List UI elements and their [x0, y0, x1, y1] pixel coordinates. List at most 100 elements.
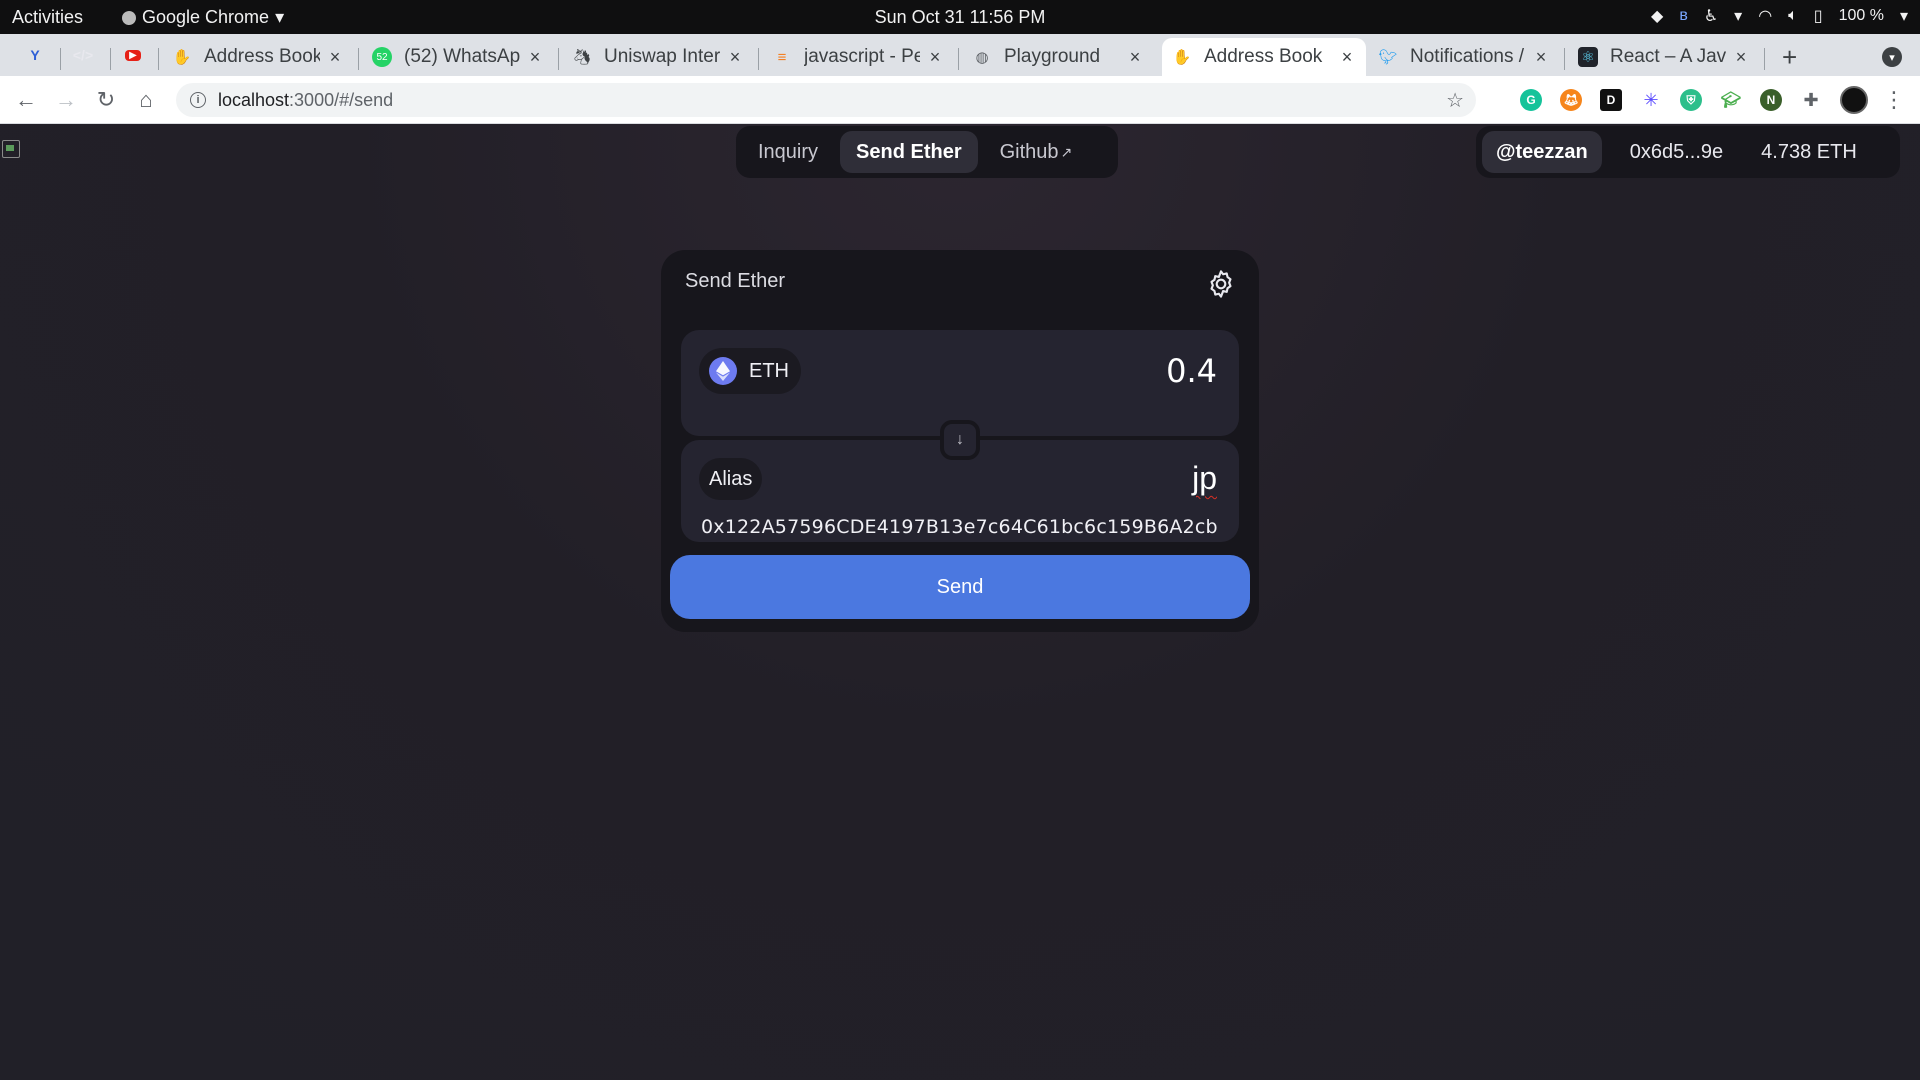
reload-button[interactable]: ↻: [92, 86, 120, 114]
tab-react[interactable]: ⚛ React – A Java ×: [1568, 38, 1760, 76]
tab-uniswap[interactable]: 🦄︎ Uniswap Interf ×: [562, 38, 754, 76]
close-icon[interactable]: ×: [1338, 47, 1356, 68]
wifi-icon: ◠: [1758, 8, 1773, 25]
close-icon[interactable]: ×: [526, 47, 544, 68]
chrome-menu-button[interactable]: ⋮: [1880, 86, 1908, 114]
url-host: localhost: [218, 89, 290, 110]
extensions-puzzle-icon[interactable]: ✚: [1800, 89, 1822, 111]
settings-gear-icon[interactable]: [1205, 268, 1237, 300]
stackoverflow-icon: ≡: [777, 48, 787, 66]
pinned-tab-youtube[interactable]: ▶: [118, 41, 148, 69]
tab-address-book-active[interactable]: ✋ Address Book ×: [1162, 38, 1366, 76]
accessibility-icon: ♿︎: [1703, 8, 1719, 25]
profile-avatar[interactable]: [1840, 86, 1868, 114]
globe-icon: ◍: [975, 49, 989, 66]
close-icon[interactable]: ×: [1532, 47, 1550, 68]
arrow-right-icon: →: [55, 87, 77, 112]
close-icon[interactable]: ×: [1732, 47, 1750, 68]
app-menu[interactable]: Google Chrome ▾: [122, 7, 284, 28]
send-ether-card: Send Ether ETH 0.4 ↓ Alias jp 0x122A5759…: [661, 250, 1259, 632]
card-title: Send Ether: [685, 270, 786, 292]
new-tab-button[interactable]: +: [1782, 42, 1797, 73]
send-button[interactable]: Send: [670, 555, 1250, 619]
tab-title: Playground: [1004, 46, 1101, 67]
extension-d-icon[interactable]: D: [1600, 89, 1622, 111]
address-bar[interactable]: i localhost:3000/#/send ☆: [176, 83, 1476, 117]
youtube-icon: ▶: [125, 49, 141, 61]
info-icon[interactable]: i: [190, 92, 206, 108]
username-badge[interactable]: @teezzan: [1482, 131, 1602, 173]
home-icon: ⌂: [139, 87, 153, 112]
grammarly-icon[interactable]: G: [1520, 89, 1542, 111]
tab-playground[interactable]: ◍ Playground ×: [962, 38, 1154, 76]
forward-button[interactable]: →: [52, 86, 80, 114]
graduation-cap-icon[interactable]: 🎓︎: [1720, 89, 1742, 111]
close-icon[interactable]: ×: [926, 47, 944, 68]
tab-title: (52) WhatsApp: [404, 46, 520, 67]
caret-down-icon: ▾: [1899, 8, 1908, 25]
close-icon[interactable]: ×: [726, 47, 744, 68]
amount-input[interactable]: 0.4: [1166, 352, 1217, 390]
battery-icon: ▯: [1813, 8, 1823, 25]
account-panel: @teezzan 0x6d5...9e 4.738 ETH: [1476, 126, 1900, 178]
volume-icon: 🔈︎: [1788, 7, 1798, 24]
tab-search-button[interactable]: ▾: [1882, 47, 1902, 67]
arrow-down-icon: ↓: [956, 431, 964, 448]
pinned-tab-yoast[interactable]: Y: [20, 41, 50, 69]
wallet-address[interactable]: 0x6d5...9e: [1602, 141, 1751, 164]
pinned-tab-devtools[interactable]: </>: [68, 41, 98, 69]
close-icon[interactable]: ×: [1126, 47, 1144, 68]
token-selector[interactable]: ETH: [699, 348, 801, 394]
tab-title: Address Book: [1204, 46, 1323, 67]
nav-inquiry[interactable]: Inquiry: [742, 131, 834, 173]
app-page: Inquiry Send Ether Github ↗ @teezzan 0x6d…: [0, 124, 1920, 1080]
reload-icon: ↻: [96, 87, 116, 112]
alias-input[interactable]: jp: [1192, 460, 1217, 497]
alias-label-badge: Alias: [699, 458, 763, 500]
asterisk-extension-icon[interactable]: ✳: [1640, 89, 1662, 111]
tab-strip: Y </> ▶ ✋ Address Book × 52 (52) WhatsAp…: [0, 34, 1920, 76]
more-vertical-icon: ⋮: [1883, 87, 1905, 112]
tab-twitter[interactable]: 🐦︎ Notifications / ×: [1368, 38, 1560, 76]
direction-arrow-button[interactable]: ↓: [940, 420, 980, 460]
ethereum-icon: [709, 357, 737, 385]
green-extension-icon[interactable]: N: [1760, 89, 1782, 111]
bluetooth-icon: ʙ: [1679, 7, 1688, 24]
react-icon: ⚛: [1578, 47, 1598, 67]
wave-hand-icon: ✋: [1172, 49, 1192, 66]
nav-send-ether[interactable]: Send Ether: [840, 131, 978, 173]
nav-github[interactable]: Github ↗: [984, 131, 1089, 173]
back-button[interactable]: ←: [12, 86, 40, 114]
wave-hand-icon: ✋: [172, 49, 192, 66]
system-top-bar: Activities Google Chrome ▾ Sun Oct 31 11…: [0, 0, 1920, 34]
tab-title: Address Book: [204, 46, 320, 67]
shield-extension-icon[interactable]: ⛨: [1680, 89, 1702, 111]
whatsapp-icon: 52: [372, 47, 392, 67]
browser-toolbar: ← → ↻ ⌂ i localhost:3000/#/send ☆ G 🦊︎ D…: [0, 76, 1920, 124]
tab-address-book[interactable]: ✋ Address Book ×: [162, 38, 354, 76]
recipient-address: 0x122A57596CDE4197B13e7c64C61bc6c159B6A2…: [701, 516, 1218, 538]
system-tray[interactable]: ◆ ʙ ♿︎ ▾ ◠ 🔈︎ ▯ 100 % ▾: [1651, 6, 1908, 26]
tab-title: javascript - Per: [804, 46, 920, 67]
clock[interactable]: Sun Oct 31 11:56 PM: [875, 7, 1046, 27]
main-nav: Inquiry Send Ether Github ↗: [736, 126, 1118, 178]
activities-button[interactable]: Activities: [12, 7, 83, 28]
token-symbol: ETH: [749, 359, 789, 382]
wallet-balance: 4.738 ETH: [1761, 140, 1857, 163]
tab-stackoverflow[interactable]: ≡ javascript - Per ×: [762, 38, 954, 76]
close-icon[interactable]: ×: [326, 47, 344, 68]
battery-percent: 100 %: [1838, 7, 1884, 24]
metamask-icon[interactable]: 🦊︎: [1560, 89, 1582, 111]
code-icon: </>: [72, 47, 94, 63]
external-link-icon: ↗: [1060, 143, 1073, 160]
app-name: Google Chrome: [142, 7, 270, 27]
tab-title: Uniswap Interf: [604, 46, 720, 67]
chevron-down-icon: ▾: [1889, 51, 1895, 64]
bookmark-star-icon[interactable]: ☆: [1446, 88, 1464, 113]
twitter-icon: 🐦︎: [1378, 49, 1398, 66]
home-button[interactable]: ⌂: [132, 86, 160, 114]
network-diamond-icon: ◆: [1651, 8, 1664, 25]
tab-whatsapp[interactable]: 52 (52) WhatsApp ×: [362, 38, 554, 76]
y-logo-icon: Y: [30, 47, 40, 63]
url-path: :3000/#/send: [289, 89, 394, 110]
